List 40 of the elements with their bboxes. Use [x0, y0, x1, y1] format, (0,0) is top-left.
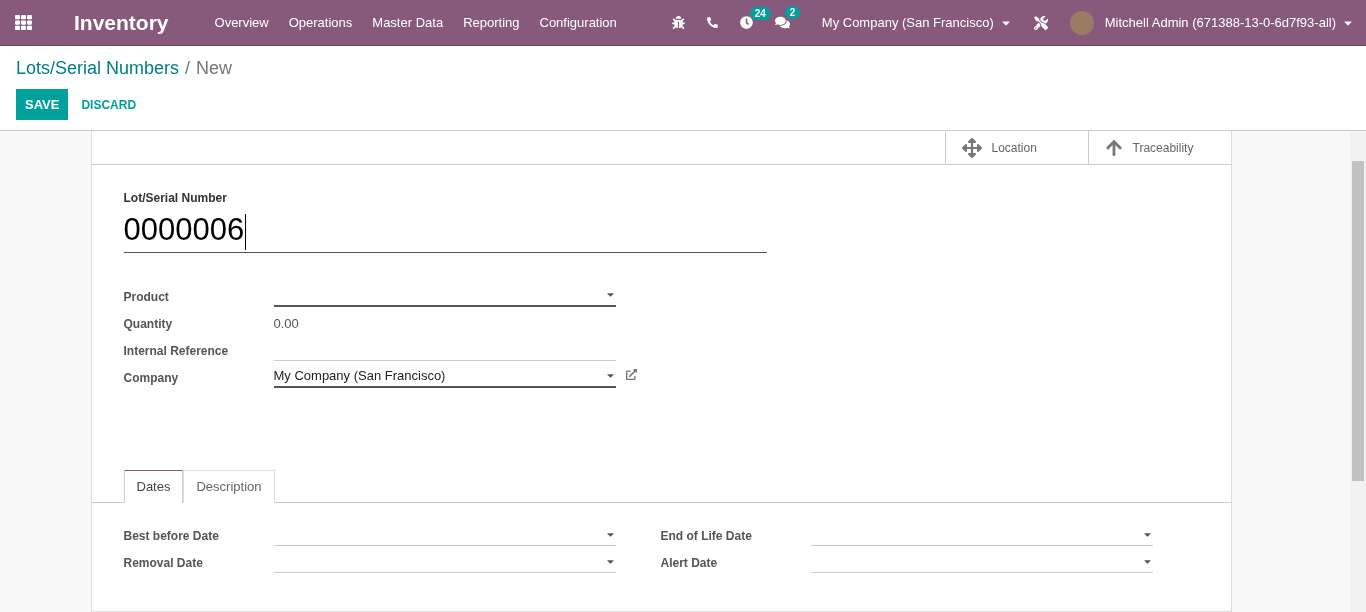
discard-button[interactable]: DISCARD: [72, 89, 146, 120]
clock-icon[interactable]: [739, 16, 753, 29]
activity-count: 24: [749, 7, 771, 20]
field-label: Quantity: [123, 316, 174, 333]
apps-grid-icon[interactable]: [15, 14, 32, 31]
dropdown-field[interactable]: My Company (San Francisco): [273, 365, 616, 388]
menu-item[interactable]: Master Data: [372, 15, 444, 30]
field-label: Company: [123, 370, 180, 387]
field-label: Best before Date: [123, 528, 220, 545]
breadcrumb-link[interactable]: Lots/Serial Numbers: [16, 58, 180, 79]
chat-bubbles-icon[interactable]: [774, 15, 790, 30]
field-label: End of Life Date: [660, 528, 753, 545]
menu-item[interactable]: Overview: [214, 15, 269, 30]
save-button[interactable]: SAVE: [16, 89, 69, 120]
field-label: Alert Date: [660, 555, 719, 572]
phone-icon[interactable]: [706, 17, 718, 28]
arrow-up-icon: [1104, 138, 1123, 157]
app-name: Inventory: [74, 10, 169, 35]
menu-item[interactable]: Configuration: [539, 15, 617, 30]
field-value: My Company (San Francisco): [273, 368, 446, 384]
breadcrumb-separator: /: [185, 58, 191, 79]
field-label: Internal Reference: [123, 343, 230, 360]
company-switcher[interactable]: My Company (San Francisco): [821, 15, 994, 30]
tools-icon[interactable]: [1033, 15, 1048, 30]
breadcrumb-current: New: [196, 58, 233, 79]
bug-icon[interactable]: [671, 16, 685, 29]
user-avatar: [1069, 10, 1094, 35]
tab[interactable]: Dates: [123, 469, 184, 503]
move-arrows-icon: [961, 137, 982, 158]
user-menu[interactable]: Mitchell Admin (671388-13-0-6d7f93-all): [1104, 15, 1336, 30]
menu-item[interactable]: Operations: [288, 15, 353, 30]
field-label: Product: [123, 289, 170, 306]
tab[interactable]: Description: [183, 469, 275, 503]
field-label: Lot/Serial Number: [123, 191, 228, 205]
menu-item[interactable]: Reporting: [463, 15, 520, 30]
message-count: 2: [784, 6, 801, 19]
field-value: 0.00: [273, 315, 300, 333]
field-label: Removal Date: [123, 555, 204, 572]
scrollbar[interactable]: [1350, 131, 1366, 612]
lot-number-field[interactable]: 0000006: [123, 208, 767, 253]
